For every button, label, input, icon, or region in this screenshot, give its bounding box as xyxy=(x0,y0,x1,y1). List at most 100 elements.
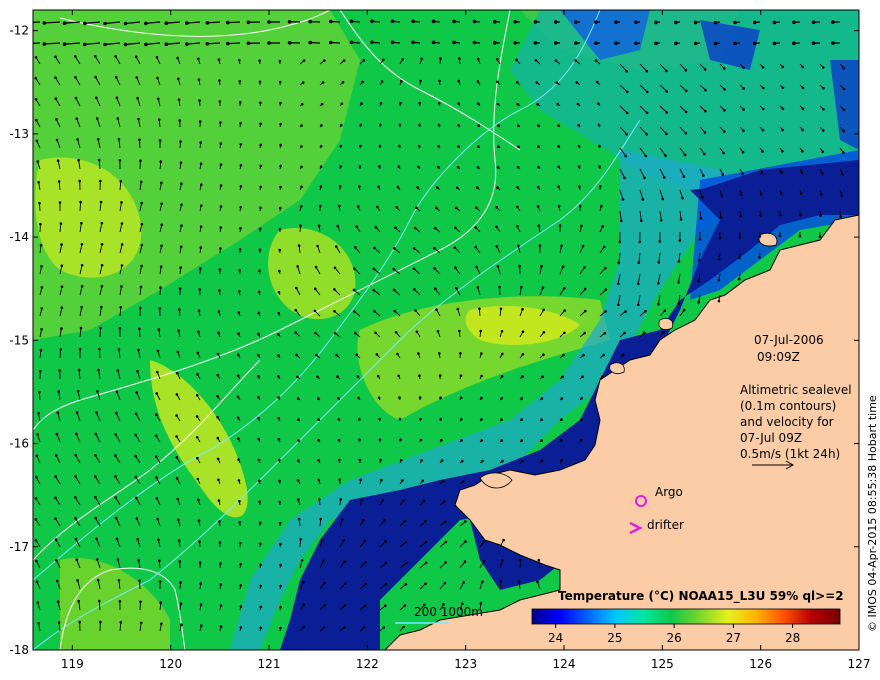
velocity-arrow-head xyxy=(267,41,271,45)
velocity-arrow-head xyxy=(459,374,463,378)
velocity-arrow-head xyxy=(537,558,541,562)
velocity-arrow-head xyxy=(693,20,698,25)
velocity-arrow-head xyxy=(720,194,724,198)
velocity-arrow-head xyxy=(625,133,628,136)
velocity-arrow-head xyxy=(140,201,143,205)
lat-tick-label: -18 xyxy=(9,643,29,657)
velocity-arrow-head xyxy=(781,128,784,132)
velocity-arrow-head xyxy=(557,204,561,208)
velocity-arrow-head xyxy=(501,559,504,562)
velocity-arrow-head xyxy=(94,75,97,79)
velocity-arrow-head xyxy=(360,102,363,105)
velocity-arrow-head xyxy=(76,390,80,393)
velocity-arrow-head xyxy=(55,138,59,142)
velocity-arrow-head xyxy=(614,20,618,25)
velocity-arrow-head xyxy=(279,584,283,588)
velocity-arrow-head xyxy=(337,396,340,400)
velocity-arrow-head xyxy=(356,205,360,208)
velocity-arrow-head xyxy=(179,266,182,269)
velocity-arrow-head xyxy=(218,268,222,271)
velocity-arrow-head xyxy=(199,162,203,165)
velocity-arrow-head xyxy=(372,267,376,271)
velocity-arrow-head xyxy=(561,265,565,269)
velocity-arrow-head xyxy=(116,369,120,372)
colorbar-tick-label: 28 xyxy=(785,631,800,645)
velocity-arrow-head xyxy=(258,521,262,525)
velocity-arrow-head xyxy=(178,560,182,563)
velocity-arrow xyxy=(227,42,241,45)
velocity-arrow-head xyxy=(299,224,302,227)
velocity-arrow-head xyxy=(238,59,241,62)
velocity-arrow-head xyxy=(818,235,822,238)
velocity-arrow-head xyxy=(216,352,220,356)
velocity-arrow-head xyxy=(781,86,785,90)
velocity-arrow-head xyxy=(119,621,123,624)
velocity-arrow-head xyxy=(279,206,282,210)
velocity-arrow-head xyxy=(134,475,138,479)
velocity-arrow-head xyxy=(277,354,280,357)
velocity-arrow-head xyxy=(561,375,564,379)
velocity-arrow-head xyxy=(698,238,702,241)
velocity-arrow-head xyxy=(238,542,242,545)
velocity-arrow-head xyxy=(278,521,282,525)
velocity-arrow-head xyxy=(246,20,251,25)
velocity-arrow-head xyxy=(558,224,562,227)
velocity-arrow-head xyxy=(238,101,242,104)
velocity-arrow-head xyxy=(560,439,563,442)
velocity-arrow-head xyxy=(57,621,61,624)
velocity-arrow-head xyxy=(100,221,104,225)
velocity-arrow-head xyxy=(175,456,179,459)
velocity-arrow-head xyxy=(300,124,303,127)
legend-line-2: (0.1m contours) xyxy=(740,399,836,413)
velocity-arrow-head xyxy=(278,248,282,252)
velocity-arrow-head xyxy=(36,160,39,163)
velocity-arrow-head xyxy=(279,542,282,546)
velocity-arrow-head xyxy=(583,266,586,269)
velocity-arrow-head xyxy=(160,223,164,227)
velocity-arrow-head xyxy=(405,561,408,565)
velocity-arrow-head xyxy=(378,438,382,442)
velocity-arrow-head xyxy=(100,264,104,267)
velocity-arrow-head xyxy=(134,454,137,458)
velocity-arrow-head xyxy=(462,581,466,584)
velocity-arrow-head xyxy=(175,477,179,480)
velocity-arrow-head xyxy=(279,164,283,168)
velocity-arrow-head xyxy=(119,306,123,309)
velocity-arrow-head xyxy=(418,101,422,105)
velocity-arrow-head xyxy=(443,500,446,503)
velocity-arrow-head xyxy=(517,124,520,127)
velocity-arrow-head xyxy=(801,128,805,132)
velocity-arrow-head xyxy=(197,330,200,334)
velocity-arrow-head xyxy=(677,281,680,284)
velocity-arrow-head xyxy=(758,255,761,259)
velocity-arrow-head xyxy=(196,372,199,376)
velocity-arrow-head xyxy=(377,185,380,188)
velocity-arrow-head xyxy=(95,558,99,561)
velocity-arrow-head xyxy=(421,479,425,483)
velocity-arrow-head xyxy=(318,498,321,501)
velocity-arrow-head xyxy=(516,205,519,209)
velocity-arrow-head xyxy=(317,224,321,228)
velocity-arrow-head xyxy=(96,137,100,141)
velocity-arrow-head xyxy=(38,201,41,205)
velocity-arrow-head xyxy=(821,66,825,69)
velocity-arrow-head xyxy=(674,20,678,25)
velocity-arrow-head xyxy=(396,352,399,356)
velocity-arrow-head xyxy=(323,59,326,62)
velocity-arrow-head xyxy=(781,150,784,153)
velocity-arrow-head xyxy=(320,538,324,541)
velocity-arrow-head xyxy=(497,124,500,127)
velocity-arrow-head xyxy=(216,394,219,398)
sst-map-page: 119 120 121 122 123 124 125 126 127 -12 -13 -14 -15… xyxy=(0,0,880,680)
velocity-arrow-head xyxy=(259,584,263,588)
velocity-arrow-head xyxy=(454,266,457,269)
velocity-arrow-head xyxy=(500,375,504,378)
velocity-arrow-head xyxy=(475,206,478,209)
colorbar-tick-label: 27 xyxy=(726,631,741,645)
velocity-arrow-head xyxy=(218,520,221,523)
velocity-arrow-head xyxy=(35,559,38,563)
velocity-arrow-head xyxy=(277,312,281,315)
velocity-arrow-head xyxy=(480,418,483,421)
velocity-arrow-head xyxy=(457,124,461,127)
velocity-arrow-head xyxy=(414,309,417,312)
